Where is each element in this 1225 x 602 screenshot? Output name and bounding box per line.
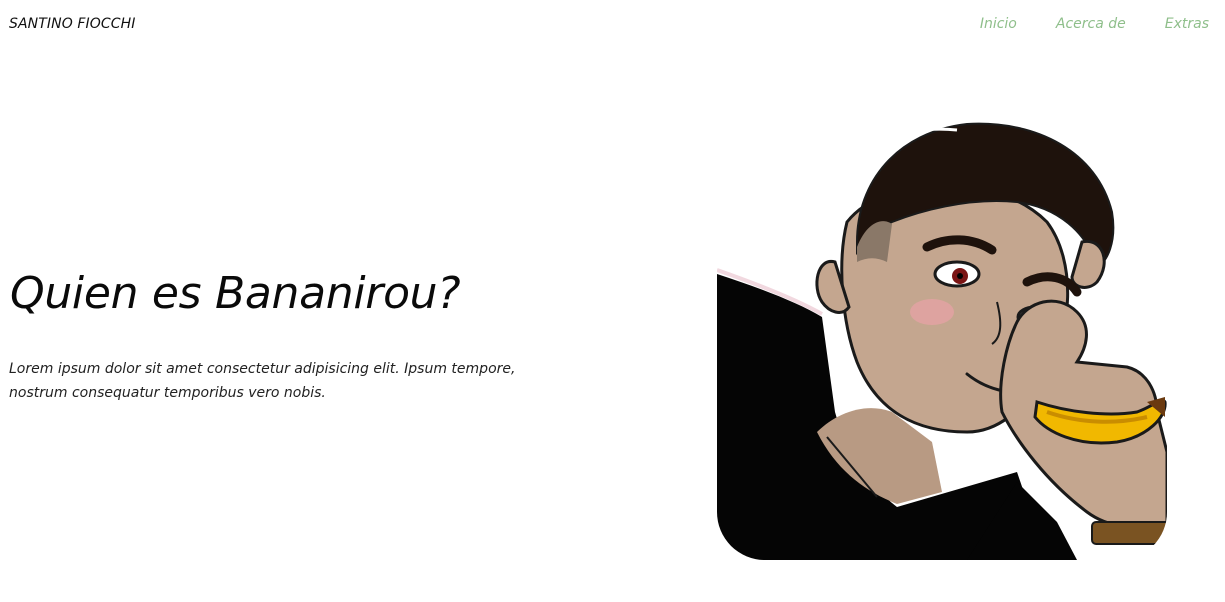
hero-title: Quien es Bananirou? [10, 268, 461, 319]
main-nav: Inicio Acerca de Extras [980, 16, 1209, 32]
nav-link-acerca-de[interactable]: Acerca de [1056, 16, 1126, 32]
hero-description: Lorem ipsum dolor sit amet consectetur a… [9, 361, 516, 401]
nav-link-inicio[interactable]: Inicio [980, 16, 1017, 32]
avatar-illustration [717, 112, 1167, 560]
site-brand[interactable]: SANTINO FIOCCHI [9, 16, 135, 32]
nav-link-extras[interactable]: Extras [1165, 16, 1209, 32]
